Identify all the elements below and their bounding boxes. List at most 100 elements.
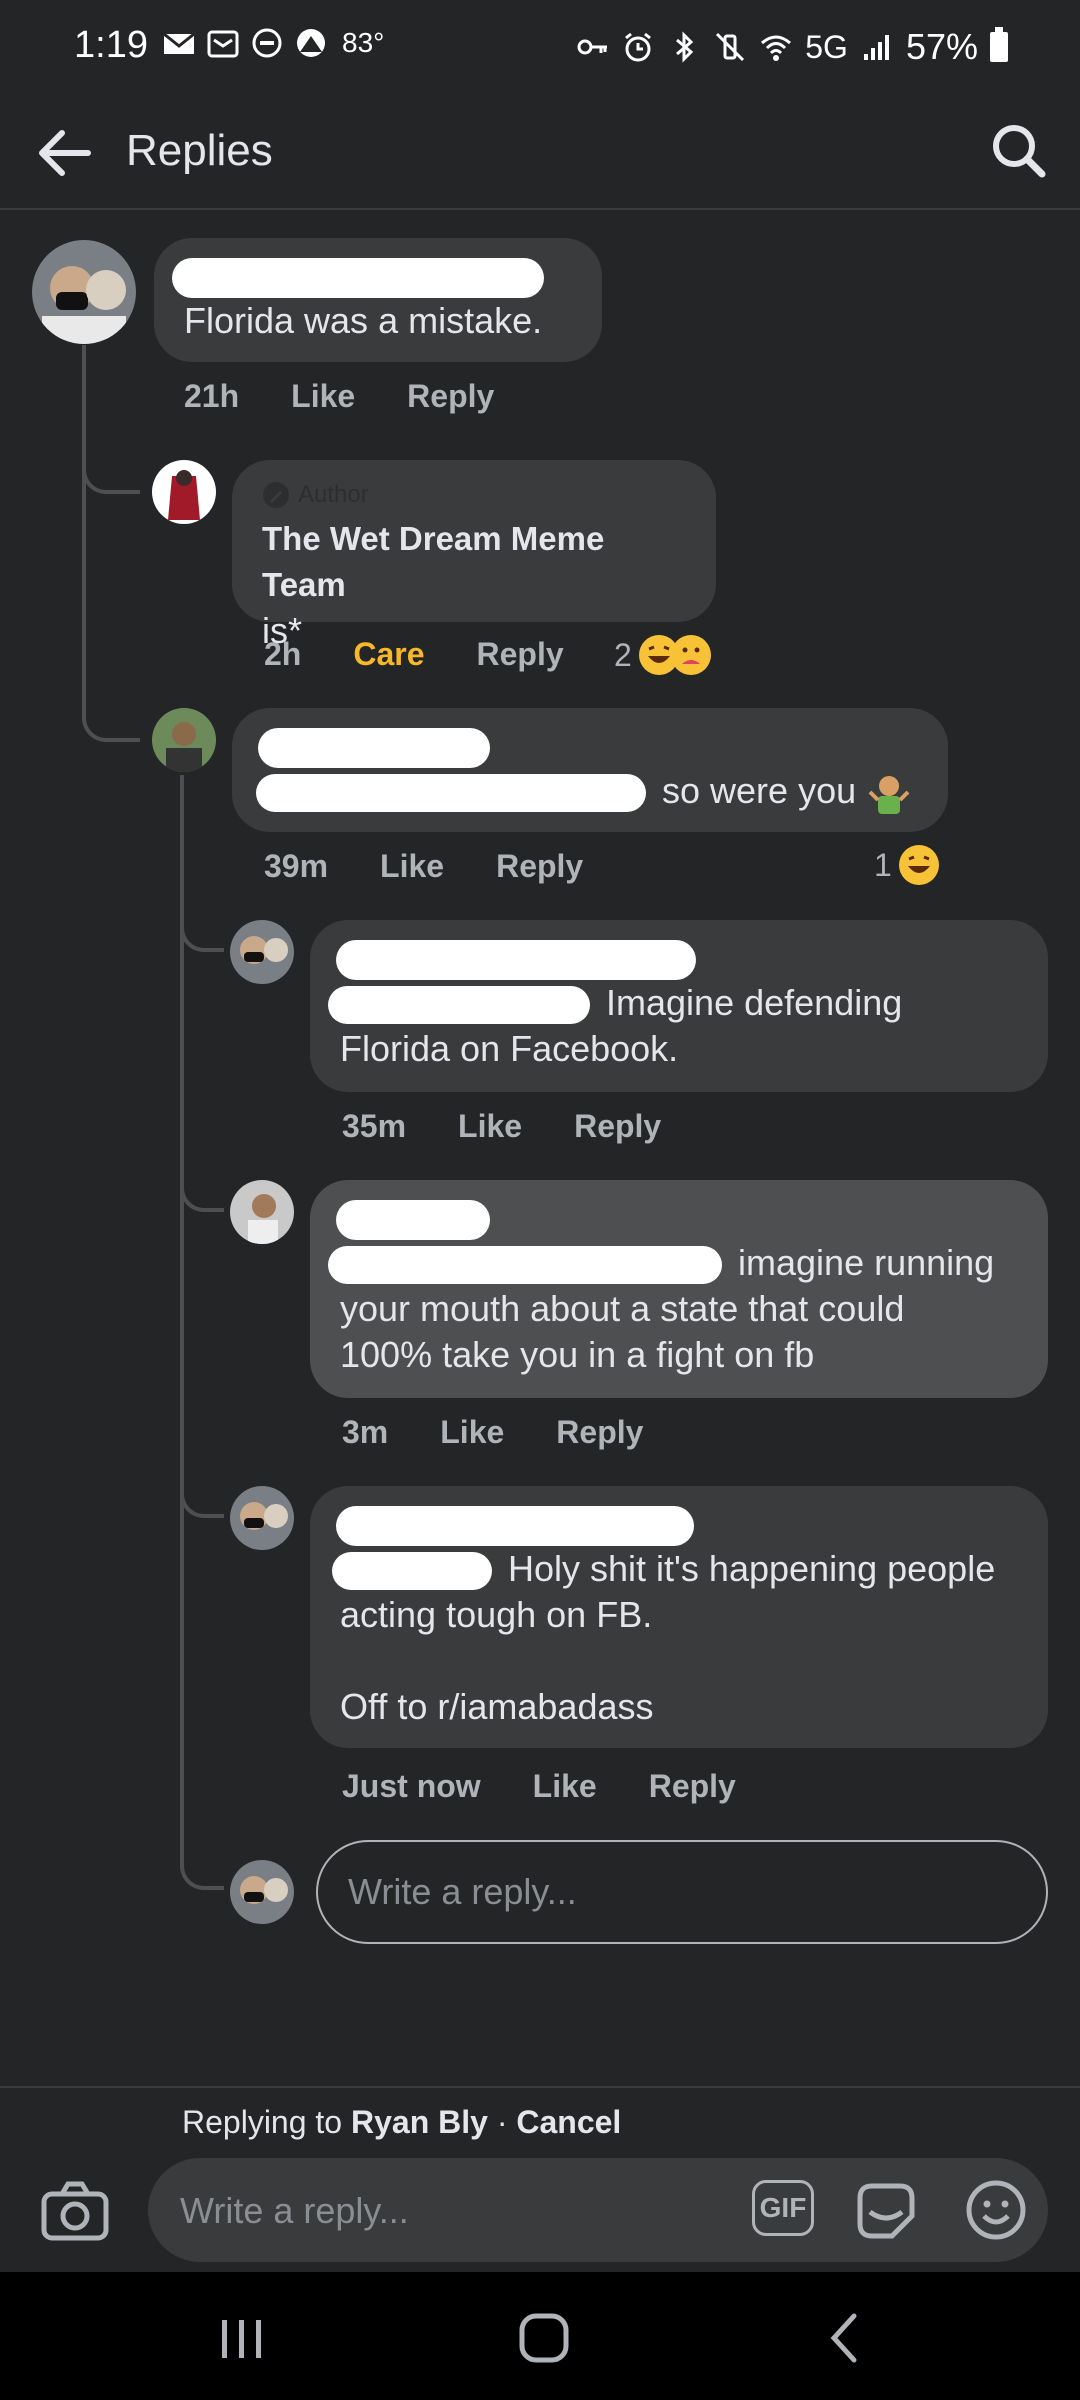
like-button[interactable]: Like xyxy=(380,848,444,885)
thread-connector xyxy=(180,1160,224,1212)
redacted-name xyxy=(172,258,544,298)
top-app-bar: Replies xyxy=(0,96,1080,210)
bluetooth-icon xyxy=(676,31,694,63)
vpn-key-icon xyxy=(577,39,608,55)
avatar[interactable] xyxy=(230,1486,294,1550)
comment-time: 2h xyxy=(264,636,302,672)
replying-to-name: Ryan Bly xyxy=(350,2104,488,2140)
avatar[interactable] xyxy=(230,1180,294,1244)
comment-text: acting tough on FB. xyxy=(340,1594,653,1635)
like-button[interactable]: Like xyxy=(533,1768,597,1805)
like-button[interactable]: Like xyxy=(291,378,355,415)
replying-to-bar: Replying to Ryan Bly · Cancel xyxy=(182,2104,621,2141)
like-button[interactable]: Like xyxy=(458,1108,522,1145)
camera-icon[interactable] xyxy=(40,2180,110,2242)
status-right-icons: 5G 57% xyxy=(575,26,1008,68)
home-icon[interactable] xyxy=(514,2308,574,2368)
comment-text: so were you xyxy=(662,770,857,811)
alarm-icon xyxy=(625,32,652,62)
reaction-count: 2 xyxy=(614,636,632,673)
system-navigation-bar xyxy=(0,2272,1080,2400)
comment-bubble[interactable]: Holy shit it's happening people acting t… xyxy=(310,1486,1048,1748)
replying-to-prefix: Replying to xyxy=(182,2104,343,2140)
redacted-mention xyxy=(256,774,646,813)
comment-author[interactable]: The Wet Dream Meme Team xyxy=(262,516,686,608)
haha-emoji-icon xyxy=(898,845,939,885)
inbox-icon xyxy=(207,30,239,58)
thread-connector xyxy=(180,1838,224,1890)
status-bar: 1:19 83° 5G 57% xyxy=(0,0,1080,96)
comment-actions: Just now Like Reply xyxy=(342,1768,736,1805)
comment-text: Off to r/iamabadass xyxy=(340,1686,654,1727)
like-button[interactable]: Like xyxy=(440,1414,504,1451)
thread-connector xyxy=(180,1466,224,1518)
inline-reply-placeholder: Write a reply... xyxy=(348,1871,577,1912)
sticker-icon[interactable] xyxy=(854,2178,918,2242)
redacted-name xyxy=(336,940,696,980)
comment-text: imagine running xyxy=(738,1242,995,1283)
battery-percent: 57% xyxy=(905,26,978,67)
reply-button[interactable]: Reply xyxy=(496,848,583,885)
avatar[interactable] xyxy=(152,460,216,524)
temperature: 83° xyxy=(342,27,385,58)
redacted-mention xyxy=(328,1246,722,1285)
cancel-reply-button[interactable]: Cancel xyxy=(516,2104,621,2140)
redacted-name xyxy=(258,728,490,768)
vibrate-mute-icon xyxy=(716,32,745,62)
redacted-mention xyxy=(332,1552,492,1591)
avatar xyxy=(230,1860,294,1924)
weather-icon xyxy=(297,29,325,57)
composer-placeholder: Write a reply... xyxy=(180,2190,409,2231)
battery-icon xyxy=(990,27,1008,62)
comment-bubble[interactable]: Author The Wet Dream Meme Team is* xyxy=(232,460,716,651)
comment-time: Just now xyxy=(342,1768,481,1804)
replying-separator: · xyxy=(496,2104,508,2140)
comment-bubble[interactable]: Imagine defending Florida on Facebook. xyxy=(310,920,1048,1092)
comment-text: Holy shit it's happening people xyxy=(508,1548,996,1589)
mail-icon xyxy=(163,32,195,54)
search-icon[interactable] xyxy=(984,116,1054,186)
redacted-mention xyxy=(328,986,590,1025)
reply-button[interactable]: Reply xyxy=(477,636,564,673)
care-reaction-button[interactable]: Care xyxy=(353,636,424,673)
author-tag-label: Author xyxy=(298,481,369,508)
comment-text: Imagine defending xyxy=(606,982,903,1023)
comment-time: 39m xyxy=(264,848,329,884)
inline-reply-input[interactable]: Write a reply... xyxy=(316,1840,1048,1944)
reaction-summary[interactable]: 2 xyxy=(614,634,712,676)
comment-actions: 2h Care Reply xyxy=(264,636,564,673)
comment-text: your mouth about a state that could xyxy=(340,1288,905,1329)
comment-bubble[interactable]: so were you xyxy=(232,708,948,832)
comment-time: 35m xyxy=(342,1108,407,1144)
avatar[interactable] xyxy=(152,708,216,772)
wifi-icon xyxy=(761,35,792,61)
comment-actions: 3m Like Reply xyxy=(342,1414,643,1451)
reaction-summary[interactable]: 1 xyxy=(874,844,940,886)
back-arrow-icon[interactable] xyxy=(30,118,100,188)
reply-button[interactable]: Reply xyxy=(574,1108,661,1145)
comment-text: Florida was a mistake. xyxy=(184,300,543,341)
comment-actions: 35m Like Reply xyxy=(342,1108,661,1145)
status-left-icons: 83° xyxy=(162,26,384,60)
recent-apps-icon[interactable] xyxy=(212,2308,272,2368)
shrug-emoji-icon xyxy=(868,776,910,815)
emoji-icon[interactable] xyxy=(964,2178,1028,2242)
reply-button[interactable]: Reply xyxy=(407,378,494,415)
avatar[interactable] xyxy=(32,240,136,344)
reply-button[interactable]: Reply xyxy=(556,1414,643,1451)
reply-composer: Replying to Ryan Bly · Cancel Write a re… xyxy=(0,2086,1080,2272)
page-title: Replies xyxy=(126,126,273,175)
avatar[interactable] xyxy=(230,920,294,984)
redacted-name xyxy=(336,1200,490,1240)
gif-button[interactable]: GIF xyxy=(752,2180,814,2236)
comment-bubble[interactable]: Florida was a mistake. xyxy=(154,238,602,362)
back-icon[interactable] xyxy=(816,2308,876,2368)
comment-text: Florida on Facebook. xyxy=(340,1028,679,1069)
comment-bubble[interactable]: imagine running your mouth about a state… xyxy=(310,1180,1048,1398)
pencil-icon xyxy=(263,482,289,508)
thread-connector xyxy=(180,900,224,952)
do-not-disturb-icon xyxy=(252,28,282,58)
reply-button[interactable]: Reply xyxy=(649,1768,736,1805)
composer-input[interactable]: Write a reply... GIF xyxy=(148,2158,1048,2262)
network-type: 5G xyxy=(805,28,848,65)
